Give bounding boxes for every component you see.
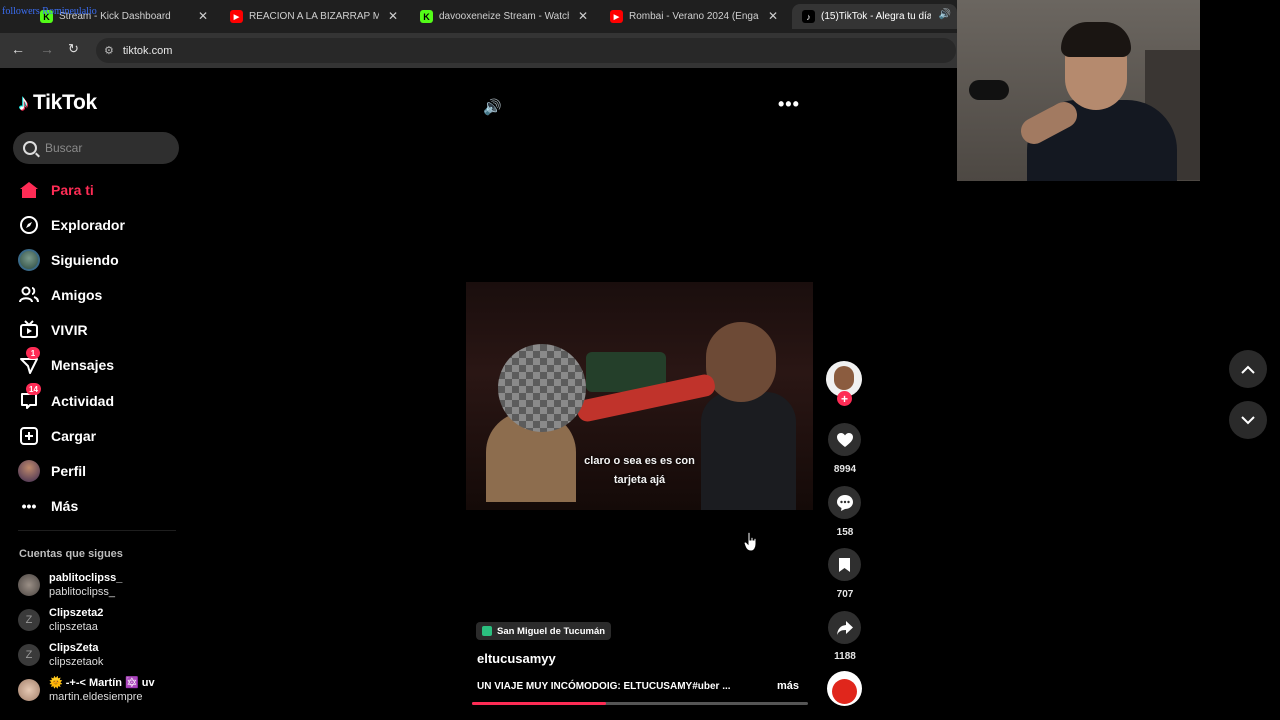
webcam-person-hair — [1061, 22, 1131, 57]
location-tag[interactable]: San Miguel de Tucumán — [476, 622, 612, 640]
video-progress-fill — [472, 702, 607, 705]
heart-icon — [836, 432, 853, 447]
video-driver-face — [706, 322, 776, 402]
avatar: Z — [18, 644, 40, 666]
more-options-icon[interactable]: ••• — [778, 94, 800, 115]
nav-vivir[interactable]: VIVIR — [18, 315, 88, 345]
speaker-icon[interactable]: 🔊 — [939, 9, 951, 20]
comment-icon — [836, 494, 853, 511]
caption-more-link[interactable]: más — [777, 680, 799, 692]
browser-address-bar: ← → ↻ ⚙ tiktok.com — [0, 33, 957, 68]
tab-youtube-bizarrap[interactable]: ▶ REACION A LA BIZARRAP MUSIC ✕ — [220, 4, 406, 29]
youtube-icon: ▶ — [610, 10, 623, 23]
avatar — [18, 574, 40, 596]
upload-icon — [18, 425, 40, 447]
url-text: tiktok.com — [122, 44, 173, 57]
youtube-icon: ▶ — [230, 10, 243, 23]
tiktok-note-icon: ♪ — [18, 90, 29, 115]
messages-badge: 1 — [26, 347, 40, 359]
video-subtitle-line1: claro o sea es es con — [584, 455, 695, 467]
hand-cursor-icon — [744, 532, 757, 552]
nav-mensajes[interactable]: 1 Mensajes — [18, 347, 114, 380]
following-account[interactable]: 🌞 -+-< Martín 🔯 uv martin.eldesiempre — [18, 674, 155, 706]
browser-tab-bar: K Stream - Kick Dashboard ✕ ▶ REACION A … — [0, 0, 957, 33]
close-tab-icon[interactable]: ✕ — [578, 9, 588, 23]
following-account[interactable]: Z ClipsZeta clipszetaok — [18, 639, 103, 671]
search-box[interactable] — [13, 132, 179, 164]
video-caption: UN VIAJE MUY INCÓMODOIG: ELTUCUSAMY#uber… — [477, 681, 731, 692]
stream-overlay-text: followers Romineulalio — [2, 6, 97, 17]
like-count: 8994 — [833, 464, 857, 475]
home-icon — [18, 179, 40, 201]
bookmark-button[interactable] — [828, 548, 861, 581]
profile-avatar-icon — [18, 460, 40, 482]
forward-icon[interactable]: → — [40, 41, 54, 57]
video-player[interactable]: claro o sea es es con tarjeta ajá — [466, 282, 813, 510]
tab-tiktok[interactable]: ♪ (15)TikTok - Alegra tu día 🔊 — [792, 4, 957, 29]
close-tab-icon[interactable]: ✕ — [388, 9, 398, 23]
video-progress-bar[interactable] — [472, 702, 808, 705]
bookmark-count: 707 — [836, 589, 854, 600]
more-dots-icon: ••• — [21, 498, 37, 514]
avatar — [18, 679, 40, 701]
search-icon — [23, 141, 37, 155]
following-section-title: Cuentas que sigues — [19, 548, 123, 560]
close-tab-icon[interactable]: ✕ — [768, 9, 778, 23]
activity-icon: 14 — [18, 383, 41, 412]
chevron-down-icon — [1241, 415, 1255, 424]
tiktok-icon: ♪ — [802, 10, 815, 23]
site-info-icon[interactable]: ⚙ — [104, 44, 114, 57]
like-button[interactable] — [828, 423, 861, 456]
following-avatar-icon — [18, 249, 40, 271]
kick-icon: K — [420, 10, 433, 23]
video-blurred-face — [498, 344, 586, 432]
webcam-overlay — [957, 0, 1200, 181]
nav-para-ti[interactable]: Para ti — [18, 175, 94, 205]
nav-siguiendo[interactable]: Siguiendo — [18, 245, 119, 275]
nav-explorador[interactable]: Explorador — [18, 210, 125, 240]
compass-icon — [18, 214, 40, 236]
music-disc-icon[interactable] — [827, 671, 862, 706]
comment-button[interactable] — [828, 486, 861, 519]
location-pin-icon — [482, 626, 492, 636]
follow-plus-icon[interactable]: + — [837, 391, 852, 406]
nav-cargar[interactable]: Cargar — [18, 421, 96, 451]
nav-actividad[interactable]: 14 Actividad — [18, 383, 114, 416]
webcam-microphone — [969, 80, 1009, 100]
nav-amigos[interactable]: Amigos — [18, 280, 102, 310]
reload-icon[interactable]: ↻ — [68, 41, 79, 57]
next-video-button[interactable] — [1229, 401, 1267, 439]
live-tv-icon — [18, 319, 40, 341]
tiktok-logo[interactable]: ♪ TikTok — [18, 90, 97, 116]
tab-kick-davooxeneize[interactable]: K davooxeneize Stream - Watch Live ✕ — [410, 4, 596, 29]
nav-perfil[interactable]: Perfil — [18, 456, 86, 486]
close-tab-icon[interactable]: ✕ — [198, 9, 208, 23]
share-button[interactable] — [828, 611, 861, 644]
chevron-up-icon — [1241, 365, 1255, 374]
friends-icon — [18, 284, 40, 306]
previous-video-button[interactable] — [1229, 350, 1267, 388]
video-driver-jacket — [701, 392, 796, 510]
comment-count: 158 — [836, 527, 854, 538]
sidebar-divider — [18, 530, 176, 531]
bookmark-icon — [839, 557, 850, 572]
activity-badge: 14 — [26, 383, 41, 395]
url-field[interactable]: ⚙ tiktok.com — [96, 38, 956, 63]
nav-mas[interactable]: ••• Más — [18, 491, 79, 521]
following-account[interactable]: Z Clipszeta2 clipszetaa — [18, 604, 103, 636]
back-icon[interactable]: ← — [11, 41, 25, 57]
search-input[interactable] — [45, 141, 165, 155]
avatar: Z — [18, 609, 40, 631]
video-subtitle-line2: tarjeta ajá — [613, 474, 666, 486]
volume-icon[interactable]: 🔊 — [483, 98, 502, 116]
share-count: 1188 — [834, 651, 856, 662]
messages-icon: 1 — [18, 347, 40, 376]
share-icon — [836, 620, 853, 635]
tab-youtube-rombai[interactable]: ▶ Rombai - Verano 2024 (Enganchado) ✕ — [600, 4, 786, 29]
video-author[interactable]: eltucusamyy — [477, 651, 556, 666]
following-account[interactable]: pablitoclipss_ pablitoclipss_ — [18, 569, 122, 601]
